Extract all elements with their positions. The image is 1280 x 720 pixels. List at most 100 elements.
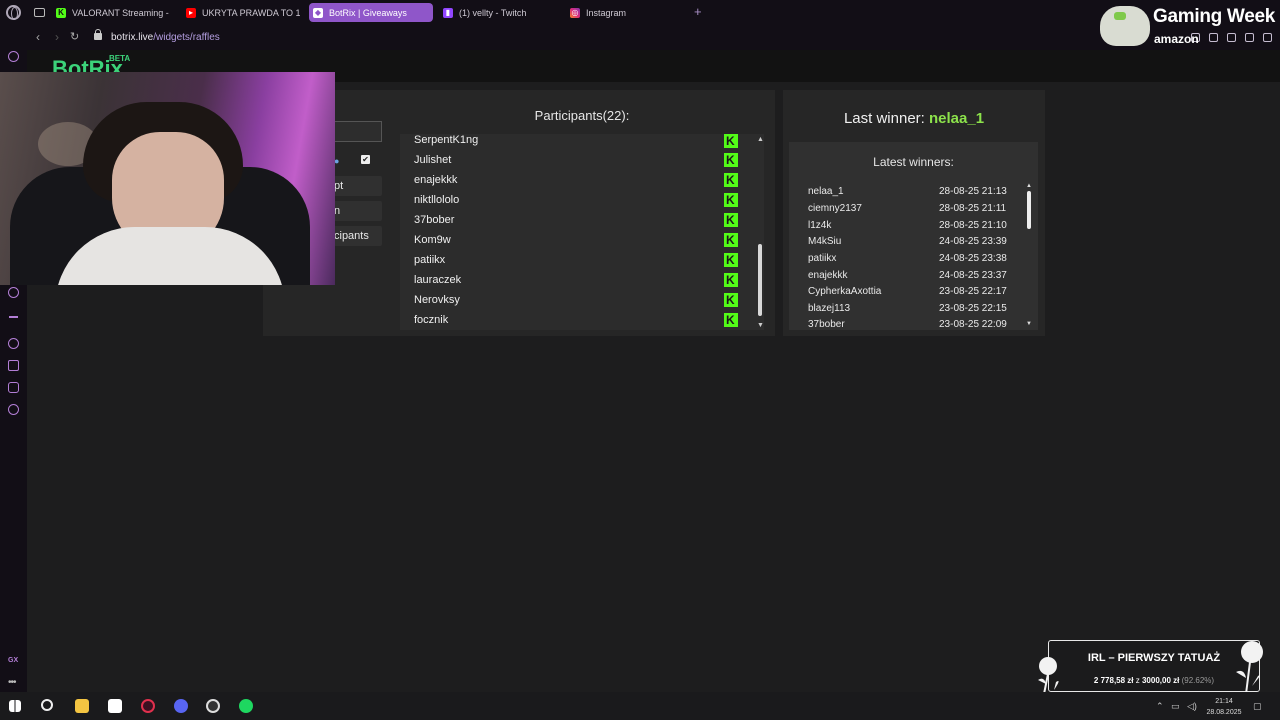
notification-icon[interactable]: ▢ xyxy=(1253,701,1262,712)
donation-goal-amount: 2 778,58 zł z 3000,00 zł (92.62%) xyxy=(1048,676,1260,685)
kick-icon xyxy=(724,233,738,247)
tray-overflow-icon[interactable]: ⌃ xyxy=(1156,701,1164,712)
kick-icon xyxy=(724,193,738,207)
kick-icon xyxy=(724,173,738,187)
participant-name: focznik xyxy=(414,314,449,326)
winner-name: M4kSiu xyxy=(808,236,842,247)
amazon-logo: amazon xyxy=(1154,32,1199,46)
gx-icon[interactable]: GX xyxy=(8,657,18,664)
last-winner-name: nelaa_1 xyxy=(929,110,985,127)
kick-icon xyxy=(724,153,738,167)
tab-botrix[interactable]: ◆ BotRix | Giveaways xyxy=(309,3,433,22)
new-tab-button[interactable]: + xyxy=(694,4,702,19)
participant-name: 37bober xyxy=(414,214,455,226)
tab-valorant[interactable]: K VALORANT Streaming - L xyxy=(52,3,170,22)
form-button-3[interactable]: cipants xyxy=(333,226,382,246)
tab-label: BotRix | Giveaways xyxy=(329,7,407,18)
gaming-week-title: Gaming Week xyxy=(1153,6,1275,27)
winner-name: enajekkk xyxy=(808,270,848,281)
winner-name: l1z4k xyxy=(808,220,832,231)
obs-icon[interactable] xyxy=(206,699,220,713)
tab-label: Instagram xyxy=(586,7,627,18)
scroll-down-icon[interactable]: ▼ xyxy=(1026,321,1032,327)
participant-name: Kom9w xyxy=(414,234,451,246)
clock[interactable]: 21:14 28.08.2025 xyxy=(1204,696,1244,718)
twitch-icon: ▮ xyxy=(443,7,453,18)
clock-date: 28.08.2025 xyxy=(1206,709,1242,716)
windows-taskbar xyxy=(0,692,1280,720)
winner-date: 24-08-25 23:38 xyxy=(939,253,1007,264)
scroll-up-icon[interactable]: ▲ xyxy=(1026,183,1032,189)
last-winner-label: Last winner: xyxy=(843,110,925,127)
sidebar-divider xyxy=(9,316,18,318)
tab-label: VALORANT Streaming - L xyxy=(72,7,170,18)
tab-twitch[interactable]: ▮ (1) vellty - Twitch xyxy=(439,3,557,22)
network-icon[interactable]: ▭ xyxy=(1171,701,1180,712)
winner-date: 23-08-25 22:15 xyxy=(939,303,1007,314)
opera-gx-icon[interactable] xyxy=(141,699,155,713)
search-icon[interactable] xyxy=(41,699,53,711)
winner-date: 23-08-25 22:17 xyxy=(939,286,1007,297)
winner-name: patiikx xyxy=(808,253,837,264)
participant-name: niktllololo xyxy=(414,194,460,206)
winner-name: CypherkaAxottia xyxy=(808,286,882,297)
extensions-icon[interactable] xyxy=(8,382,19,393)
opera-menu-icon[interactable] xyxy=(6,5,21,20)
back-icon[interactable]: ‹ xyxy=(36,31,40,43)
gaming-week-overlay: Gaming Week amazon xyxy=(1100,2,1278,48)
winner-name: nelaa_1 xyxy=(808,186,844,197)
participant-name: lauraczek xyxy=(414,274,462,286)
scroll-thumb[interactable] xyxy=(758,244,762,316)
youtube-icon: ▸ xyxy=(186,7,196,18)
store-icon[interactable] xyxy=(108,699,122,713)
option-checkbox[interactable]: ✔ xyxy=(361,155,370,164)
beta-badge: BETA xyxy=(109,54,131,63)
tab-youtube[interactable]: ▸ UKRYTA PRAWDA TO 16 xyxy=(182,3,300,22)
history-icon[interactable] xyxy=(8,338,19,349)
windows-start-icon[interactable] xyxy=(9,700,21,712)
kick-icon xyxy=(724,253,738,267)
volume-icon[interactable]: ◁) xyxy=(1187,701,1197,712)
instagram-icon: ◎ xyxy=(570,7,580,18)
form-button-2[interactable]: n xyxy=(333,201,382,221)
more-icon[interactable]: ••• xyxy=(8,677,16,688)
participants-list[interactable]: SerpentK1ng Julishet enajekkk niktllolol… xyxy=(400,134,764,330)
spotify-icon[interactable] xyxy=(239,699,253,713)
raffle-input[interactable] xyxy=(333,121,382,142)
messenger-icon[interactable] xyxy=(8,51,19,62)
player-icon[interactable] xyxy=(8,287,19,298)
winner-name: 37bober xyxy=(808,319,845,329)
file-explorer-icon[interactable] xyxy=(75,699,89,713)
winner-name: ciemny2137 xyxy=(808,203,862,214)
participants-scrollbar[interactable]: ▲ ▼ xyxy=(757,136,764,330)
last-winner: Last winner: nelaa_1 xyxy=(783,110,1045,127)
tab-overview-icon[interactable] xyxy=(34,8,45,17)
discord-icon[interactable] xyxy=(174,699,188,713)
tab-bar: K VALORANT Streaming - L ▸ UKRYTA PRAWDA… xyxy=(0,0,1280,25)
scroll-down-icon[interactable]: ▼ xyxy=(757,322,764,329)
url-field[interactable]: botrix.live/widgets/raffles xyxy=(111,32,220,43)
kick-icon xyxy=(724,293,738,307)
participants-title: Participants(22): xyxy=(534,108,630,123)
controller-icon xyxy=(1100,6,1150,46)
donation-separator: z xyxy=(1135,676,1140,685)
participant-name: SerpentK1ng xyxy=(414,134,479,146)
participant-name: Nerovksy xyxy=(414,294,460,306)
downloads-icon[interactable] xyxy=(8,360,19,371)
url-host: botrix.live xyxy=(111,32,154,43)
winner-date: 28-08-25 21:10 xyxy=(939,220,1007,231)
forward-icon[interactable]: › xyxy=(55,31,59,43)
reload-icon[interactable]: ↻ xyxy=(70,31,79,43)
scroll-up-icon[interactable]: ▲ xyxy=(757,136,764,143)
participant-name: Julishet xyxy=(414,154,452,166)
tab-instagram[interactable]: ◎ Instagram xyxy=(566,3,684,22)
tab-label: UKRYTA PRAWDA TO 16 xyxy=(202,7,300,18)
donation-goal: 3000,00 zł xyxy=(1141,676,1180,685)
kick-icon xyxy=(724,313,738,327)
participant-name: patiikx xyxy=(414,254,446,266)
form-button-1[interactable]: pt xyxy=(333,176,382,196)
settings-icon[interactable] xyxy=(8,404,19,415)
winner-date: 24-08-25 23:39 xyxy=(939,236,1007,247)
winners-scroll-thumb[interactable] xyxy=(1027,191,1031,229)
winner-date: 24-08-25 23:37 xyxy=(939,270,1007,281)
